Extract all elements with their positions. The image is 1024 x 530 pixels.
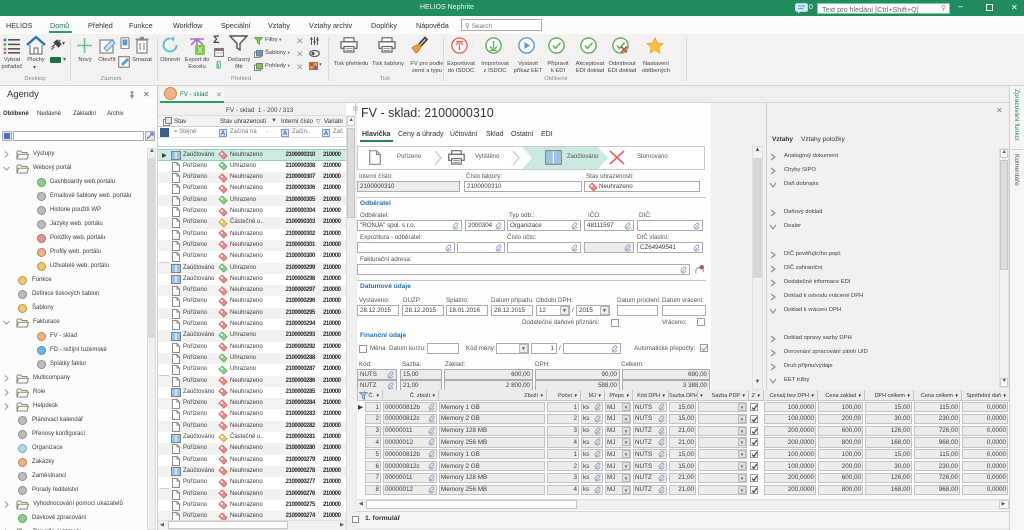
svg-text:X: X bbox=[197, 46, 203, 55]
